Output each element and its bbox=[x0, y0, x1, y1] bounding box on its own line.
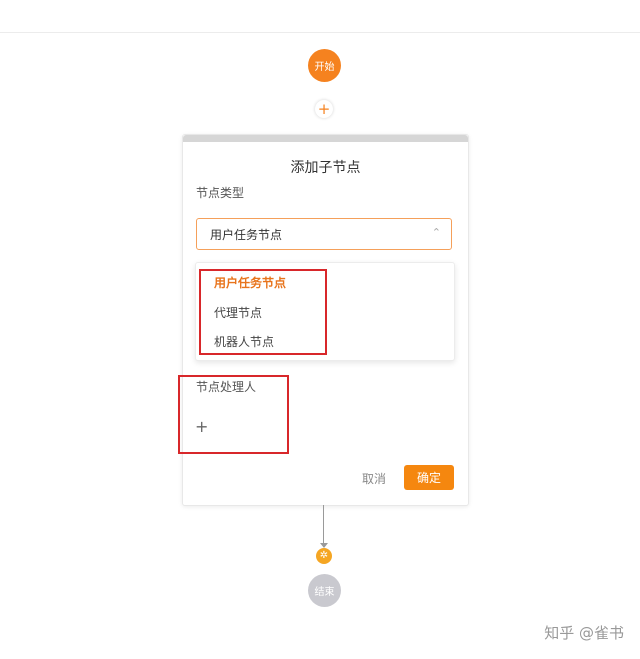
node-type-select[interactable]: 用户任务节点 ⌃ bbox=[196, 218, 452, 250]
add-node-button[interactable]: + bbox=[315, 100, 333, 118]
cancel-button[interactable]: 取消 bbox=[362, 470, 386, 487]
highlight-box-handler bbox=[178, 375, 289, 454]
start-node-label: 开始 bbox=[314, 62, 335, 73]
confirm-button[interactable]: 确定 bbox=[404, 465, 454, 490]
chevron-up-icon: ⌃ bbox=[431, 226, 441, 239]
merge-node[interactable]: ✲ bbox=[316, 548, 332, 564]
connector-line bbox=[323, 505, 324, 547]
top-divider bbox=[0, 32, 640, 33]
node-type-select-value: 用户任务节点 bbox=[210, 227, 283, 242]
panel-header-bar bbox=[183, 135, 468, 142]
merge-icon: ✲ bbox=[319, 550, 329, 561]
node-type-label: 节点类型 bbox=[196, 186, 245, 200]
plus-icon: + bbox=[317, 99, 331, 118]
watermark: 知乎 @雀书 bbox=[544, 624, 624, 642]
end-node[interactable]: 结束 bbox=[308, 574, 341, 607]
panel-title: 添加子节点 bbox=[290, 160, 361, 176]
start-node[interactable]: 开始 bbox=[308, 49, 341, 82]
end-node-label: 结束 bbox=[314, 587, 335, 598]
highlight-box-options bbox=[199, 269, 327, 355]
